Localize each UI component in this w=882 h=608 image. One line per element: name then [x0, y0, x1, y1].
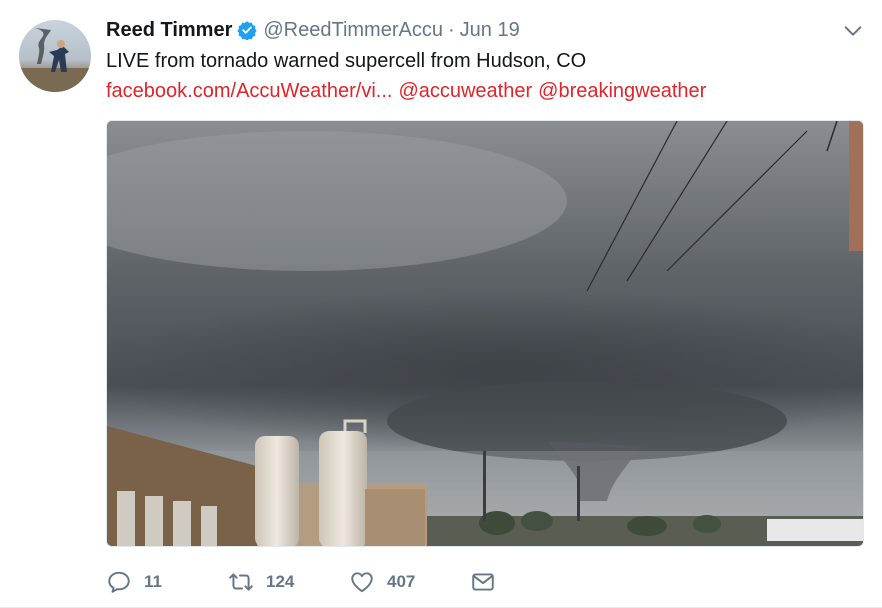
direct-message-button[interactable]	[470, 569, 496, 595]
retweet-count: 124	[266, 572, 295, 591]
external-link[interactable]: facebook.com/AccuWeather/vi...	[106, 80, 392, 102]
verified-badge-icon	[237, 21, 258, 40]
retweet-icon	[229, 573, 253, 591]
reply-count: 11	[144, 572, 162, 591]
tweet-date[interactable]: Jun 19	[460, 19, 520, 42]
retweet-button[interactable]: 124	[228, 569, 294, 595]
envelope-icon	[472, 573, 494, 591]
like-button[interactable]: 407	[349, 569, 415, 595]
tweet-links: facebook.com/AccuWeather/vi... @accuweath…	[106, 78, 706, 104]
reply-icon	[108, 571, 130, 593]
storm-photo	[107, 121, 863, 546]
tweet-header: Reed Timmer @ReedTimmerAccu · Jun 19	[106, 16, 520, 44]
tweet[interactable]: Reed Timmer @ReedTimmerAccu · Jun 19 LIV…	[0, 0, 882, 608]
avatar[interactable]	[19, 20, 91, 92]
heart-icon	[351, 572, 373, 593]
mention-accuweather[interactable]: @accuweather	[398, 80, 532, 102]
author-handle[interactable]: @ReedTimmerAccu	[263, 19, 443, 42]
header-separator: ·	[447, 18, 455, 41]
like-count: 407	[387, 572, 416, 591]
author-name[interactable]: Reed Timmer	[106, 19, 232, 42]
avatar-image	[19, 28, 91, 92]
reply-button[interactable]: 11	[106, 569, 162, 595]
mention-breakingweather[interactable]: @breakingweather	[538, 80, 706, 102]
chevron-down-icon[interactable]	[842, 20, 864, 42]
tweet-text: LIVE from tornado warned supercell from …	[106, 50, 587, 72]
tweet-media[interactable]	[106, 120, 864, 547]
